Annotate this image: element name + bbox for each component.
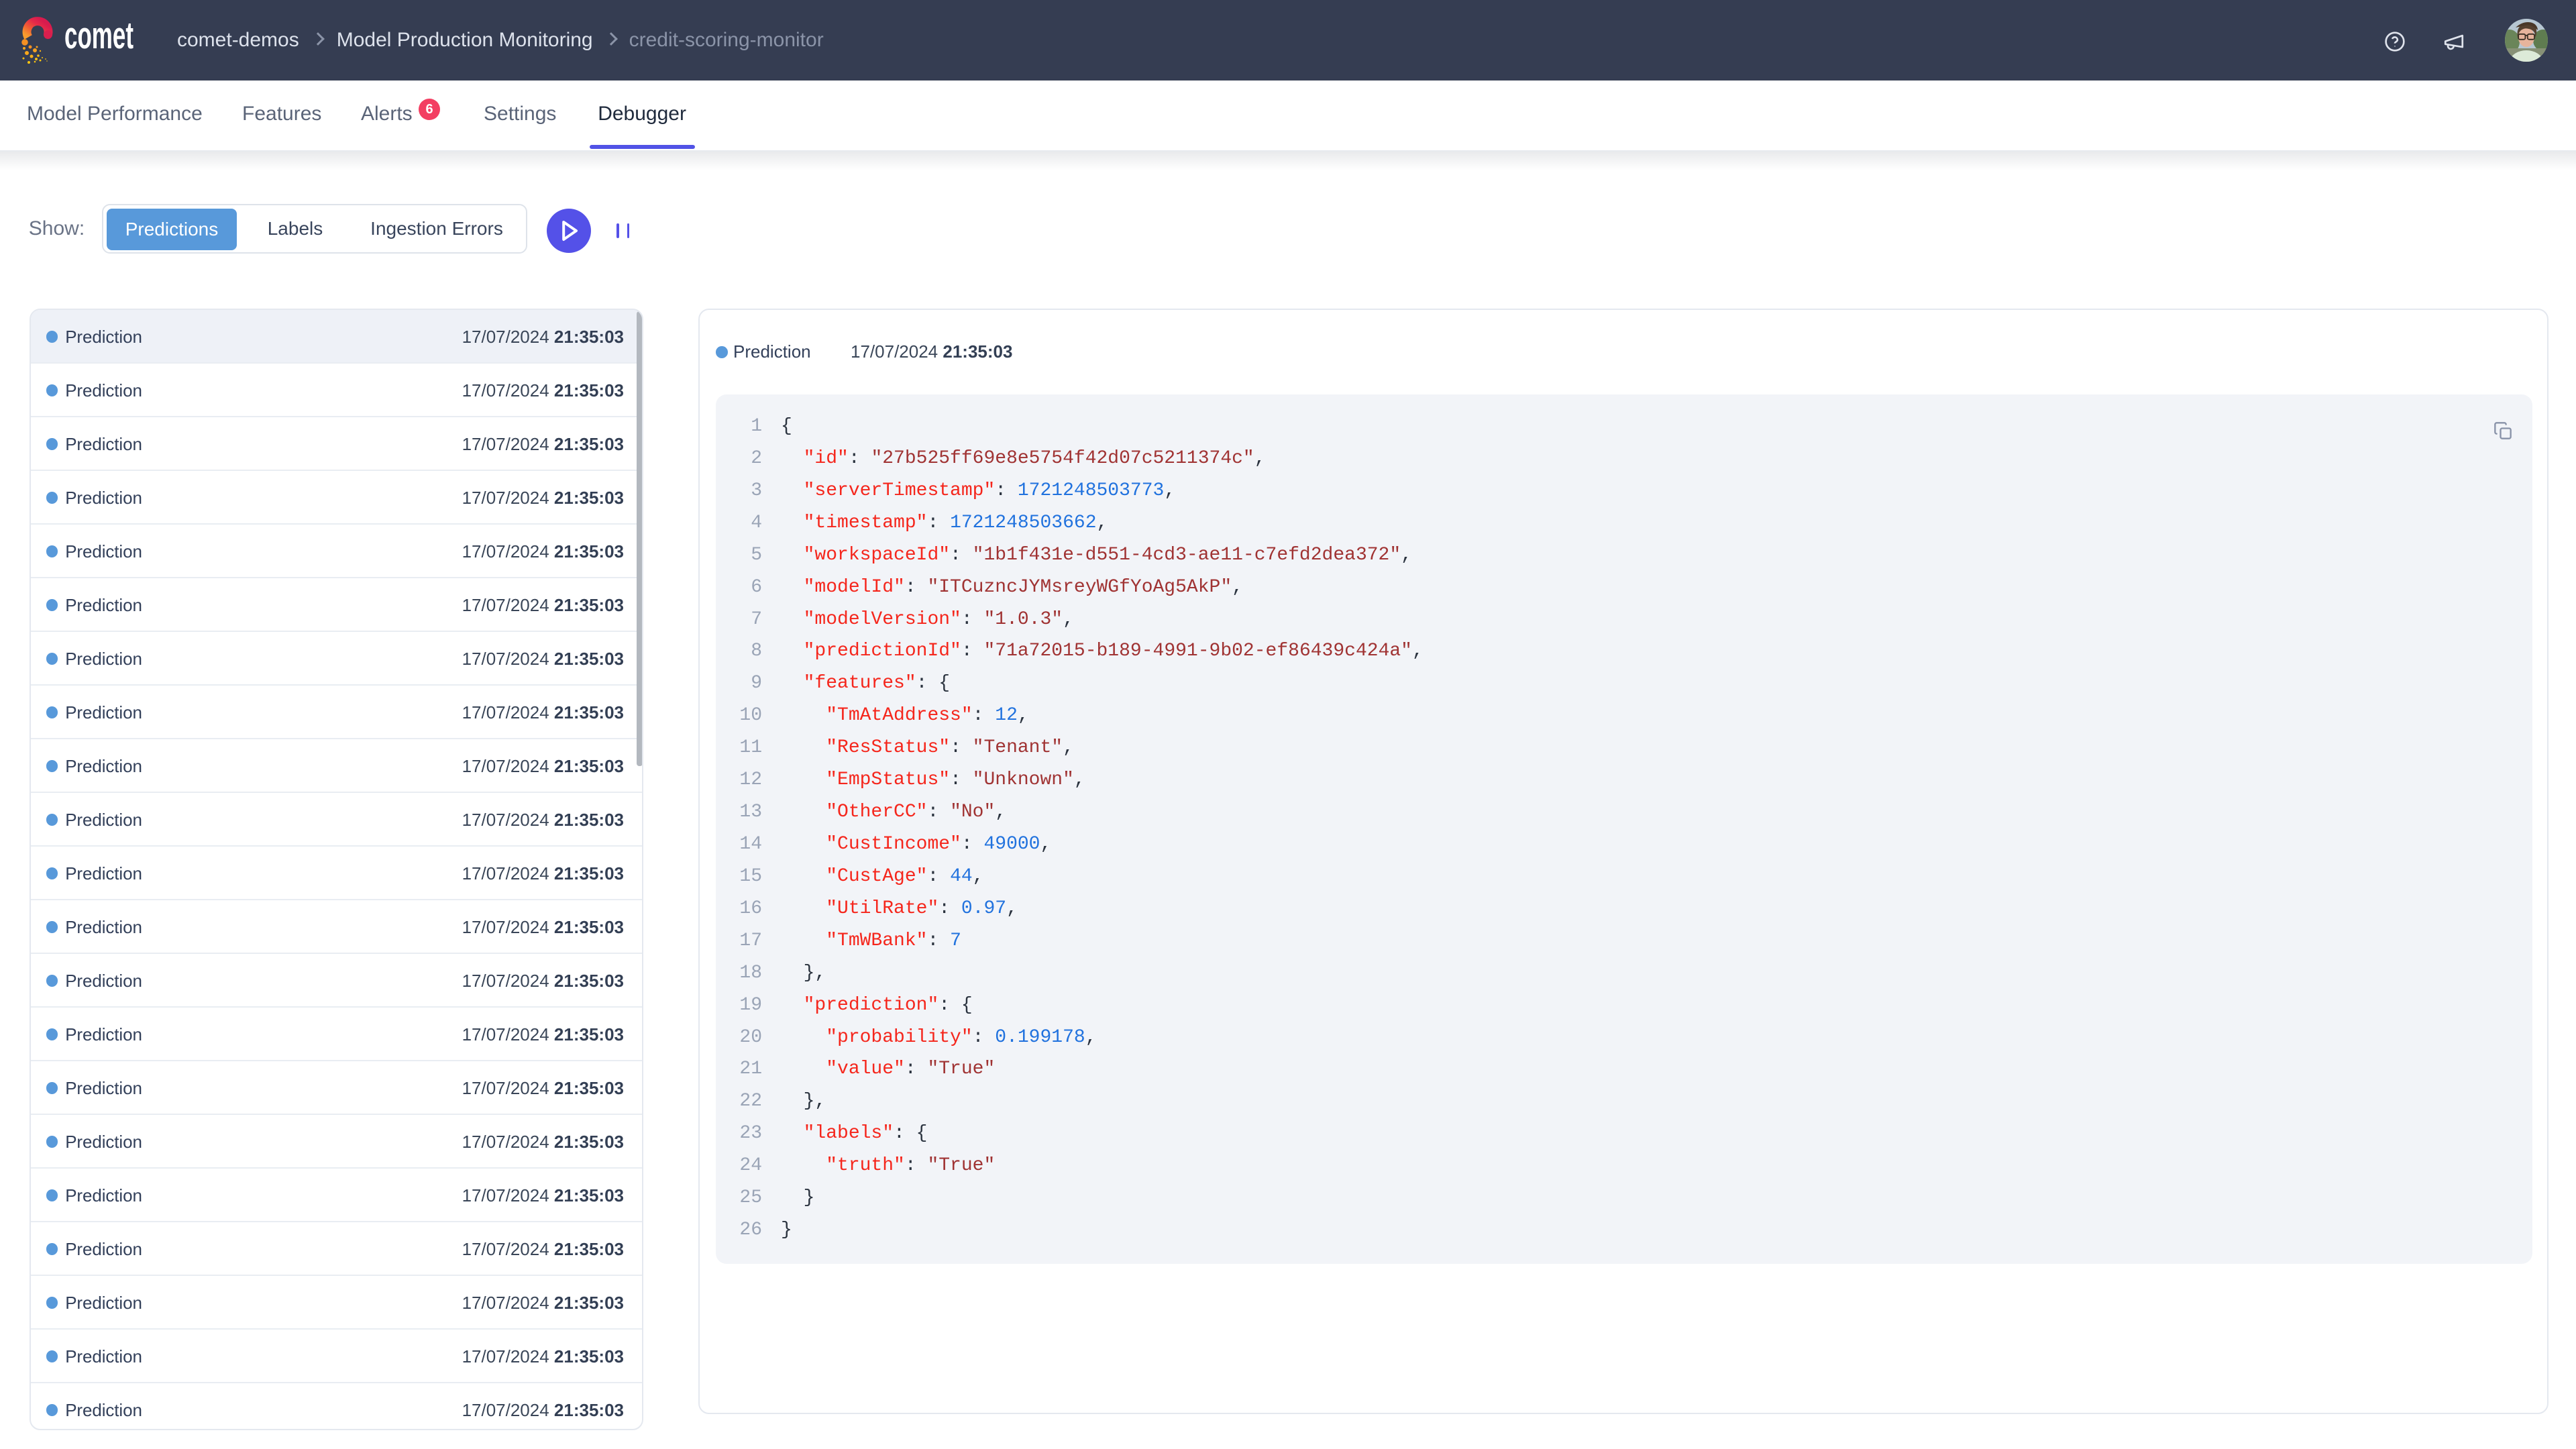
svg-text:comet: comet xyxy=(64,15,133,57)
